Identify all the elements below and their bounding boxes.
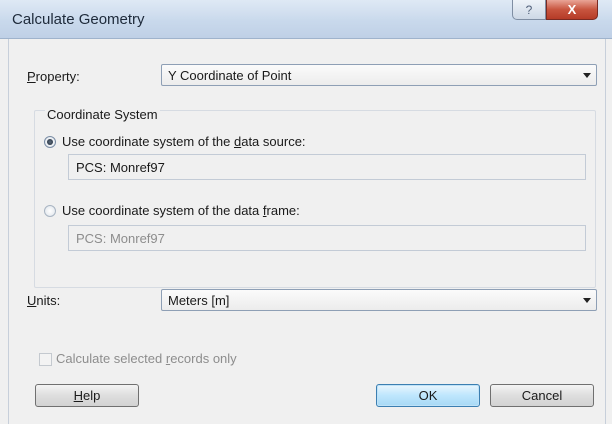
units-label: Units: <box>27 293 61 308</box>
units-dropdown[interactable]: Meters [m] <box>161 289 597 311</box>
property-label: Property: <box>27 69 80 84</box>
help-icon[interactable]: ? <box>512 0 546 20</box>
dialog-body: Property: Y Coordinate of Point Coordina… <box>8 39 606 424</box>
property-dropdown[interactable]: Y Coordinate of Point <box>161 64 597 86</box>
close-icon[interactable]: X <box>546 0 598 20</box>
frame-radio-label: Use coordinate system of the data frame: <box>62 203 300 218</box>
chevron-down-icon <box>583 298 591 303</box>
frame-radio[interactable] <box>44 205 56 217</box>
coordinate-system-heading: Coordinate System <box>45 107 160 122</box>
source-coordinate-system-value: PCS: Monref97 <box>76 160 165 175</box>
help-button[interactable]: Help <box>35 384 139 407</box>
frame-coordinate-system-value: PCS: Monref97 <box>76 231 165 246</box>
source-radio-label: Use coordinate system of the data source… <box>62 134 306 149</box>
property-value: Y Coordinate of Point <box>168 68 292 83</box>
ok-button[interactable]: OK <box>376 384 480 407</box>
frame-coordinate-system-field: PCS: Monref97 <box>68 225 586 251</box>
selected-records-label: Calculate selected records only <box>56 351 237 366</box>
chevron-down-icon <box>583 73 591 78</box>
cancel-button[interactable]: Cancel <box>490 384 594 407</box>
selected-records-checkbox[interactable] <box>39 353 52 366</box>
units-value: Meters [m] <box>168 293 230 308</box>
window-title: Calculate Geometry <box>12 11 145 28</box>
title-bar: Calculate Geometry ? X <box>0 0 612 39</box>
source-coordinate-system-field: PCS: Monref97 <box>68 154 586 180</box>
source-radio[interactable] <box>44 136 56 148</box>
